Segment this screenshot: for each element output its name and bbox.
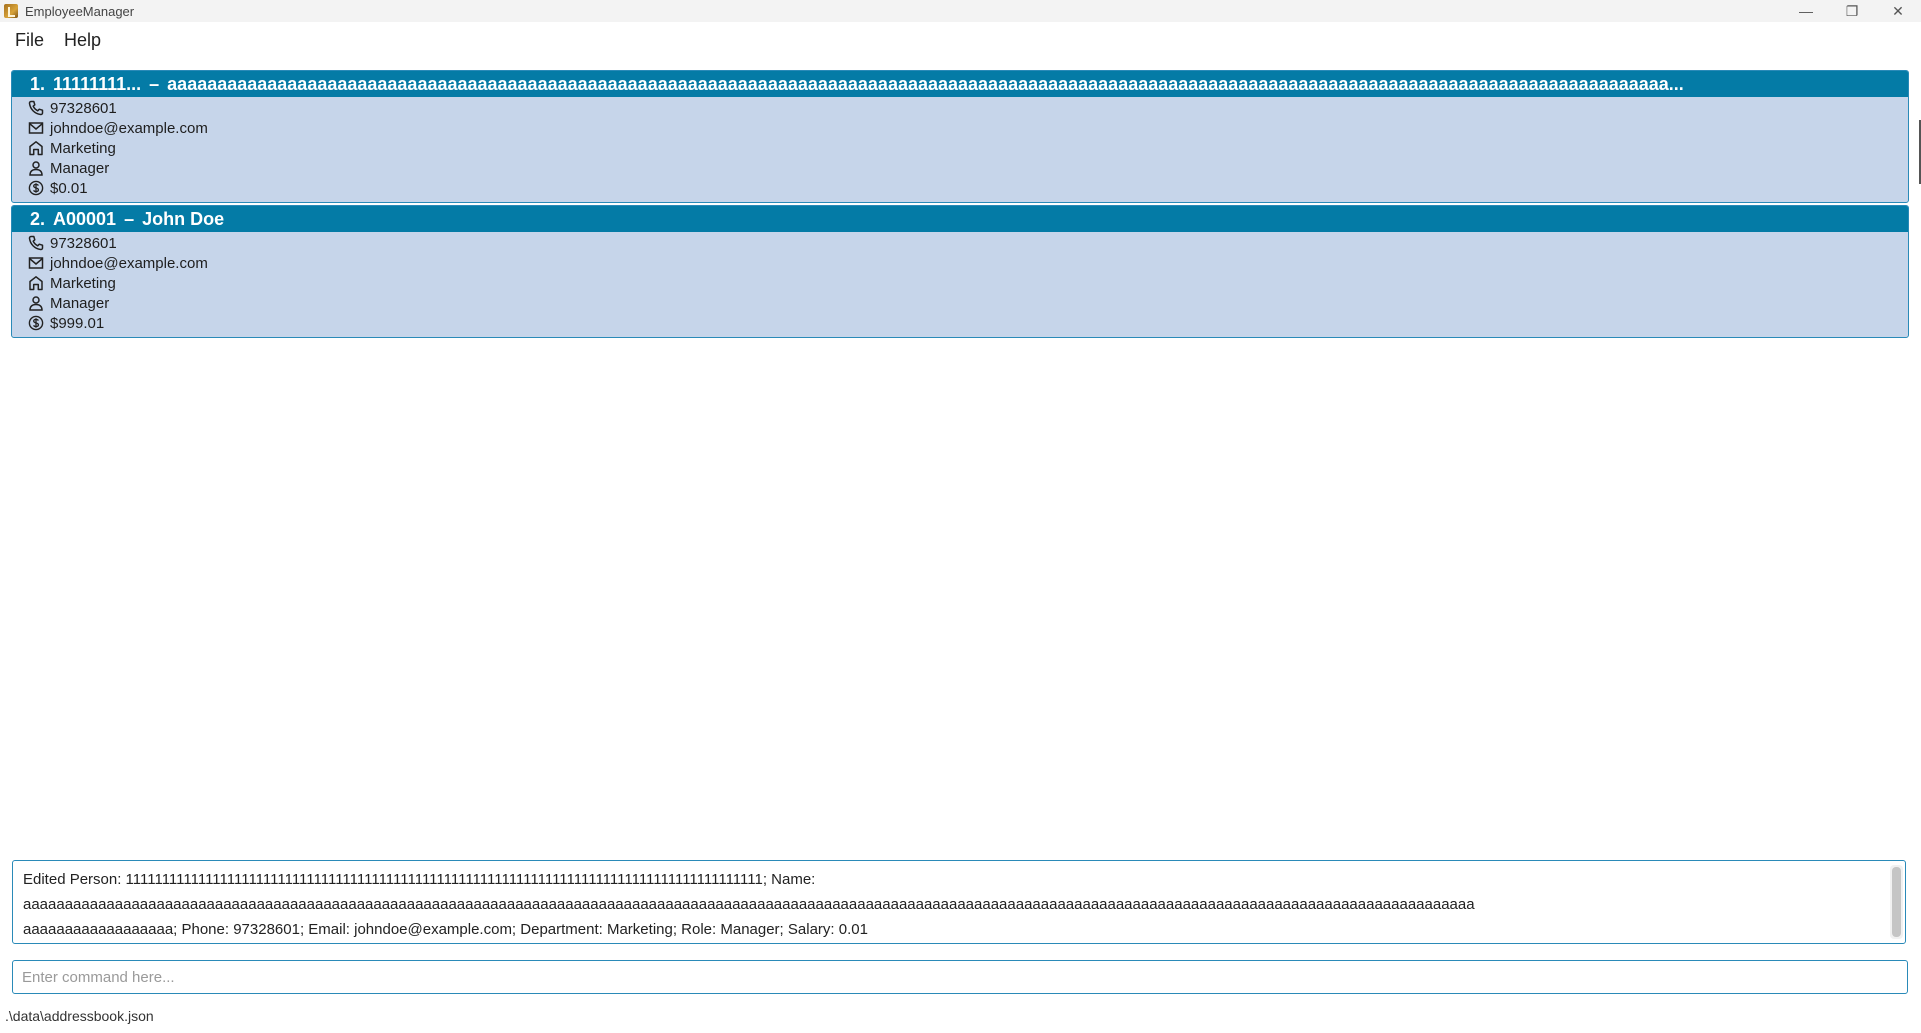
role-value: Manager [50, 159, 110, 177]
person-name: John Doe [142, 208, 225, 229]
person-index: 2. [30, 208, 46, 229]
email-value: johndoe@example.com [50, 119, 208, 137]
person-card[interactable]: 2. A00001 – John Doe 97328601 johndoe@ex… [11, 205, 1909, 338]
department-value: Marketing [50, 139, 116, 157]
dollar-icon [28, 180, 44, 196]
separator-dash: – [124, 208, 135, 229]
role-field: Manager [28, 293, 1908, 313]
role-field: Manager [28, 158, 1908, 178]
scrollbar-thumb[interactable] [1892, 867, 1901, 937]
building-icon [28, 275, 44, 291]
person-icon [28, 295, 44, 311]
mail-icon [28, 255, 44, 271]
menu-bar: File Help [0, 24, 1921, 56]
person-id: 11111111... [53, 73, 142, 94]
salary-value: $0.01 [50, 179, 88, 197]
app-logo-icon [4, 4, 18, 18]
result-line: aaaaaaaaaaaaaaaaaa; Phone: 97328601; Ema… [23, 921, 868, 938]
result-text: Edited Person: 1111111111111111111111111… [23, 867, 1883, 942]
mail-icon [28, 120, 44, 136]
person-card-header: 2. A00001 – John Doe [12, 206, 1908, 232]
phone-icon [28, 235, 44, 251]
email-value: johndoe@example.com [50, 254, 208, 272]
phone-field: 97328601 [28, 98, 1908, 118]
result-line: Edited Person: 1111111111111111111111111… [23, 871, 816, 888]
title-bar[interactable]: EmployeeManager — ❐ ✕ [0, 0, 1921, 22]
command-input[interactable] [12, 960, 1908, 994]
minimize-button[interactable]: — [1783, 0, 1829, 22]
person-card-header: 1. 11111111... – aaaaaaaaaaaaaaaaaaaaaaa… [12, 71, 1908, 97]
salary-value: $999.01 [50, 314, 105, 332]
salary-field: $999.01 [28, 313, 1908, 333]
person-icon [28, 160, 44, 176]
person-card-body: 97328601 johndoe@example.com Marketing M… [12, 97, 1908, 202]
result-display[interactable]: Edited Person: 1111111111111111111111111… [12, 860, 1906, 944]
phone-field: 97328601 [28, 233, 1908, 253]
status-file-path: .\data\addressbook.json [5, 1008, 154, 1024]
phone-value: 97328601 [50, 99, 117, 117]
building-icon [28, 140, 44, 156]
menu-help[interactable]: Help [58, 30, 107, 51]
result-scrollbar[interactable] [1890, 865, 1903, 939]
person-list[interactable]: 1. 11111111... – aaaaaaaaaaaaaaaaaaaaaaa… [11, 70, 1909, 340]
menu-file[interactable]: File [9, 30, 50, 51]
email-field: johndoe@example.com [28, 118, 1908, 138]
department-field: Marketing [28, 138, 1908, 158]
phone-icon [28, 100, 44, 116]
salary-field: $0.01 [28, 178, 1908, 198]
app-window: EmployeeManager — ❐ ✕ File Help 1. 11111… [0, 0, 1921, 1033]
separator-dash: – [149, 73, 160, 94]
maximize-button[interactable]: ❐ [1829, 0, 1875, 22]
person-card-body: 97328601 johndoe@example.com Marketing M… [12, 232, 1908, 337]
department-value: Marketing [50, 274, 116, 292]
close-button[interactable]: ✕ [1875, 0, 1921, 22]
person-index: 1. [30, 73, 46, 94]
email-field: johndoe@example.com [28, 253, 1908, 273]
phone-value: 97328601 [50, 234, 117, 252]
department-field: Marketing [28, 273, 1908, 293]
window-controls: — ❐ ✕ [1783, 0, 1921, 22]
result-line: aaaaaaaaaaaaaaaaaaaaaaaaaaaaaaaaaaaaaaaa… [23, 896, 1475, 913]
dollar-icon [28, 315, 44, 331]
person-card[interactable]: 1. 11111111... – aaaaaaaaaaaaaaaaaaaaaaa… [11, 70, 1909, 203]
person-name: aaaaaaaaaaaaaaaaaaaaaaaaaaaaaaaaaaaaaaaa… [167, 73, 1684, 94]
person-id: A00001 [53, 208, 117, 229]
window-title: EmployeeManager [25, 3, 135, 19]
role-value: Manager [50, 294, 110, 312]
